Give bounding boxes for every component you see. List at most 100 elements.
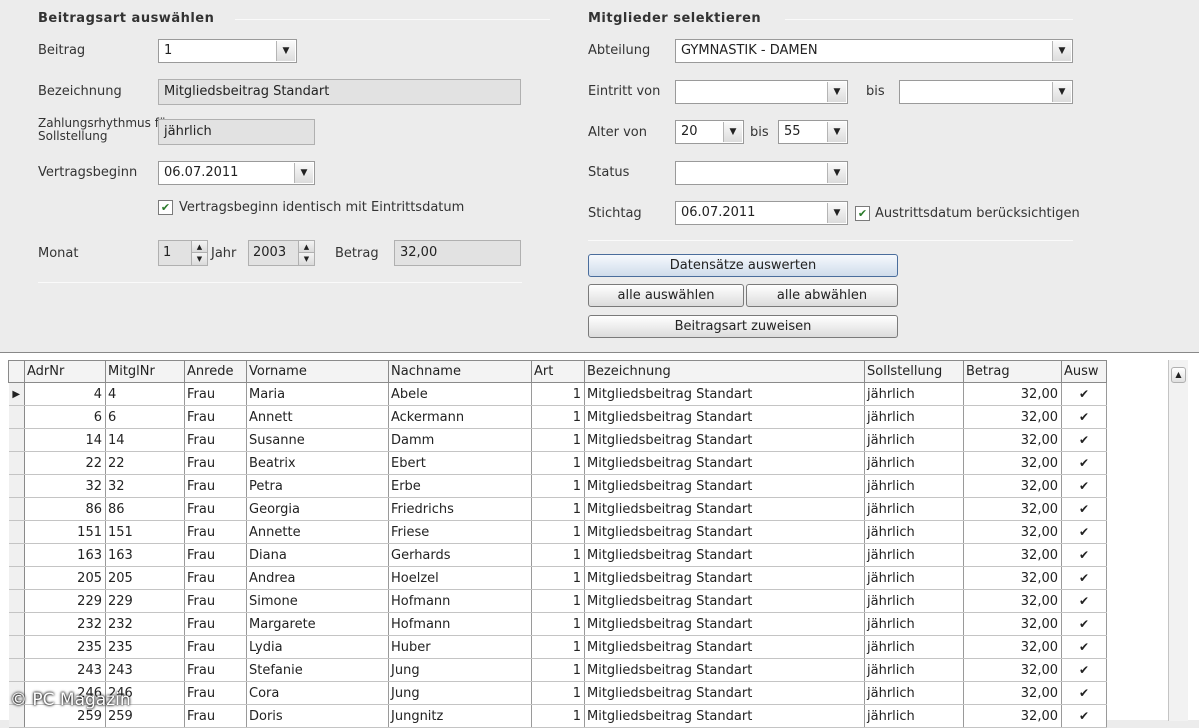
eintritt-von-select[interactable]: ▼	[675, 80, 848, 104]
eintritt-bis-select[interactable]: ▼	[899, 80, 1073, 104]
alle-auswaehlen-button[interactable]: alle auswählen	[588, 284, 744, 307]
chevron-down-icon[interactable]: ▼	[827, 122, 846, 142]
datensaetze-auswerten-button[interactable]: Datensätze auswerten	[588, 254, 898, 277]
row-selector[interactable]	[8, 520, 25, 544]
chevron-down-icon[interactable]: ▼	[827, 163, 846, 183]
chevron-down-icon[interactable]: ▼	[276, 41, 295, 61]
row-selector[interactable]	[8, 589, 25, 613]
alle-abwaehlen-button[interactable]: alle abwählen	[746, 284, 898, 307]
row-selector[interactable]	[8, 451, 25, 475]
vertragsbeginn-date-picker[interactable]: 06.07.2011 ▼	[158, 161, 315, 185]
chevron-down-icon[interactable]: ▼	[1052, 41, 1071, 61]
ausw-checkbox[interactable]: ✔	[1061, 635, 1107, 659]
ausw-checkbox[interactable]: ✔	[1061, 589, 1107, 613]
ausw-checkbox[interactable]: ✔	[1061, 405, 1107, 429]
chevron-down-icon[interactable]: ▼	[1052, 82, 1071, 102]
table-row[interactable]: 243 243 Frau Stefanie Jung 1 Mitgliedsbeitrag …	[8, 658, 1107, 682]
column-header[interactable]: Anrede	[184, 360, 247, 383]
ausw-checkbox[interactable]: ✔	[1061, 658, 1107, 682]
alter-bis-select[interactable]: 55 ▼	[778, 120, 848, 144]
status-select[interactable]: ▼	[675, 161, 848, 185]
section-divider	[235, 19, 550, 20]
column-header[interactable]: Betrag	[963, 360, 1062, 383]
column-header[interactable]: Art	[531, 360, 585, 383]
chevron-down-icon[interactable]: ▼	[827, 82, 846, 102]
column-header[interactable]: Vorname	[246, 360, 389, 383]
beitrag-select[interactable]: 1 ▼	[158, 39, 297, 63]
row-selector[interactable]	[8, 612, 25, 636]
cell-mitglnr: 243	[105, 658, 185, 682]
cell-soll: jährlich	[864, 635, 964, 659]
ausw-checkbox[interactable]: ✔	[1061, 520, 1107, 544]
table-row[interactable]: 232 232 Frau Margarete Hofmann 1 Mitgliedsbeit…	[8, 612, 1107, 636]
beitragsart-zuweisen-button[interactable]: Beitragsart zuweisen	[588, 315, 898, 338]
cell-bezeichnung: Mitgliedsbeitrag Standart	[584, 543, 865, 567]
row-selector[interactable]	[8, 474, 25, 498]
row-selector[interactable]	[8, 405, 25, 429]
austritt-checkbox[interactable]: ✔	[855, 206, 870, 221]
arrow-down-icon[interactable]: ▼	[192, 253, 207, 265]
ausw-checkbox[interactable]: ✔	[1061, 497, 1107, 521]
table-row[interactable]: 246 246 Frau Cora Jung 1 Mitgliedsbeitrag Stan…	[8, 681, 1107, 705]
column-header[interactable]: Nachname	[388, 360, 532, 383]
table-row[interactable]: 163 163 Frau Diana Gerhards 1 Mitgliedsbeitrag…	[8, 543, 1107, 567]
row-selector[interactable]	[8, 497, 25, 521]
cell-soll: jährlich	[864, 612, 964, 636]
column-header[interactable]: Sollstellung	[864, 360, 964, 383]
table-row[interactable]: 6 6 Frau Annett Ackermann 1 Mitgliedsbeitrag S…	[8, 405, 1107, 429]
ausw-checkbox[interactable]: ✔	[1061, 543, 1107, 567]
stichtag-date-picker[interactable]: 06.07.2011 ▼	[675, 201, 848, 225]
scroll-up-icon[interactable]: ▲	[1171, 367, 1186, 383]
cell-betrag: 32,00	[963, 566, 1062, 590]
cell-mitglnr: 163	[105, 543, 185, 567]
table-row[interactable]: 205 205 Frau Andrea Hoelzel 1 Mitgliedsbeitrag…	[8, 566, 1107, 590]
table-row[interactable]: ▶ 4 4 Frau Maria Abele 1 Mitgliedsbeitrag Stand…	[8, 382, 1107, 406]
cell-vorname: Susanne	[246, 428, 389, 452]
cell-vorname: Andrea	[246, 566, 389, 590]
table-row[interactable]: 22 22 Frau Beatrix Ebert 1 Mitgliedsbeitrag St…	[8, 451, 1107, 475]
current-row-indicator-icon[interactable]: ▶	[8, 382, 25, 406]
ausw-checkbox[interactable]: ✔	[1061, 704, 1107, 728]
ausw-checkbox[interactable]: ✔	[1061, 474, 1107, 498]
chevron-down-icon[interactable]: ▼	[294, 163, 313, 183]
row-selector[interactable]	[8, 566, 25, 590]
table-row[interactable]: 235 235 Frau Lydia Huber 1 Mitgliedsbeitrag St…	[8, 635, 1107, 659]
ausw-checkbox[interactable]: ✔	[1061, 566, 1107, 590]
table-row[interactable]: 229 229 Frau Simone Hofmann 1 Mitgliedsbeitrag…	[8, 589, 1107, 613]
row-selector[interactable]	[8, 428, 25, 452]
table-row[interactable]: 151 151 Frau Annette Friese 1 Mitgliedsbeitrag…	[8, 520, 1107, 544]
jahr-stepper[interactable]: 2003 ▲ ▼	[248, 240, 315, 266]
column-header[interactable]: AdrNr	[24, 360, 106, 383]
table-row[interactable]: 86 86 Frau Georgia Friedrichs 1 Mitgliedsbeitr…	[8, 497, 1107, 521]
ausw-checkbox[interactable]: ✔	[1061, 681, 1107, 705]
arrow-up-icon[interactable]: ▲	[192, 241, 207, 253]
zahlungsrhythmus-label-line2: Sollstellung	[38, 129, 108, 143]
row-selector[interactable]	[8, 635, 25, 659]
row-selector[interactable]	[8, 658, 25, 682]
cell-betrag: 32,00	[963, 520, 1062, 544]
column-header[interactable]: Ausw	[1061, 360, 1107, 383]
column-header[interactable]: MitglNr	[105, 360, 185, 383]
table-row[interactable]: 14 14 Frau Susanne Damm 1 Mitgliedsbeitrag Sta…	[8, 428, 1107, 452]
eintritt-bis-label: bis	[866, 84, 885, 99]
alter-von-select[interactable]: 20 ▼	[675, 120, 744, 144]
ausw-checkbox[interactable]: ✔	[1061, 428, 1107, 452]
vertical-scrollbar[interactable]: ▲	[1168, 360, 1188, 721]
chevron-down-icon[interactable]: ▼	[723, 122, 742, 142]
monat-stepper[interactable]: 1 ▲ ▼	[158, 240, 208, 266]
ausw-checkbox[interactable]: ✔	[1061, 451, 1107, 475]
arrow-up-icon[interactable]: ▲	[299, 241, 314, 253]
cell-adrnr: 151	[24, 520, 106, 544]
ausw-checkbox[interactable]: ✔	[1061, 612, 1107, 636]
abteilung-select[interactable]: GYMNASTIK - DAMEN ▼	[675, 39, 1073, 63]
eintritt-von-label: Eintritt von	[588, 84, 661, 99]
cell-art: 1	[531, 635, 585, 659]
chevron-down-icon[interactable]: ▼	[827, 203, 846, 223]
arrow-down-icon[interactable]: ▼	[299, 253, 314, 265]
row-selector[interactable]	[8, 543, 25, 567]
column-header[interactable]: Bezeichnung	[584, 360, 865, 383]
identisch-checkbox[interactable]: ✔	[158, 200, 173, 215]
table-row[interactable]: 32 32 Frau Petra Erbe 1 Mitgliedsbeitrag Stand…	[8, 474, 1107, 498]
ausw-checkbox[interactable]: ✔	[1061, 382, 1107, 406]
table-row[interactable]: 259 259 Frau Doris Jungnitz 1 Mitgliedsbeitrag…	[8, 704, 1107, 728]
